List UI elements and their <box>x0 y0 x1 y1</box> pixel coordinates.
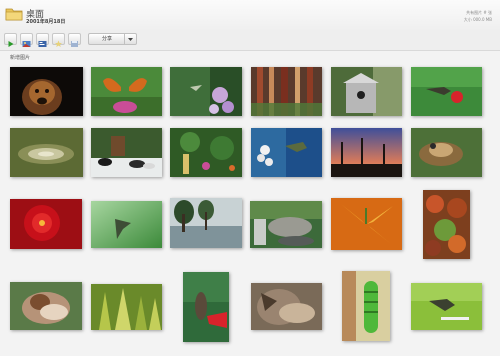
folder-stats: 共有图片 # 张 大小 000.0 MB <box>464 9 492 23</box>
folder-icon <box>5 8 23 21</box>
green-trees-photo <box>91 284 162 330</box>
photo-thumbnail-dogs-and-snow[interactable] <box>91 128 162 177</box>
photo-thumbnail-hummingbird-green[interactable] <box>91 201 162 248</box>
play-icon <box>8 41 14 47</box>
photo-thumbnail-trees-reflection[interactable] <box>170 198 242 248</box>
photo-thumbnail-butterfly[interactable] <box>91 67 162 116</box>
photo-thumbnail-autumn-leaves[interactable] <box>423 190 470 259</box>
photo-thumbnail-green-trees[interactable] <box>91 284 162 330</box>
photo-thumbnail-birdhouse[interactable] <box>331 67 402 116</box>
star-icon <box>55 40 62 47</box>
favorites-button[interactable] <box>52 33 65 47</box>
photo-thumbnail-rocks-stream[interactable] <box>250 201 322 248</box>
butterfly-photo <box>91 67 162 116</box>
hummingbird-red-flower-photo <box>411 67 482 116</box>
share-button[interactable]: 分享 <box>88 33 137 45</box>
photo-thumbnail-forest-bark[interactable] <box>251 67 322 116</box>
chevron-down-icon[interactable] <box>124 34 136 44</box>
section-label: 新增图片 <box>10 55 31 61</box>
photo-thumbnail-red-rose[interactable] <box>10 199 82 249</box>
photo-thumbnail-hummingbird-blossom[interactable] <box>251 128 322 177</box>
hummingbird-green-photo <box>91 201 162 248</box>
rocks-stream-photo <box>250 201 322 248</box>
dogs-and-snow-photo <box>91 128 162 177</box>
photo-icon <box>22 41 31 47</box>
birdhouse-photo <box>331 67 402 116</box>
photo-thumbnail-sunset-trees[interactable] <box>331 128 402 177</box>
photo-thumbnail-hummingbird-red-flower[interactable] <box>411 67 482 116</box>
hummingbird-flowers-photo <box>170 67 242 116</box>
save-button[interactable] <box>68 33 81 47</box>
photo-thumbnail-dog[interactable] <box>10 67 83 116</box>
photo-thumbnail-garden-feeder[interactable] <box>170 128 242 177</box>
red-rose-photo <box>10 199 82 249</box>
water-ripples-photo <box>10 128 83 177</box>
forest-bark-photo <box>251 67 322 116</box>
details-icon <box>38 41 47 47</box>
hummingbird-feeder-photo <box>183 272 229 342</box>
autumn-leaves-photo <box>423 190 470 259</box>
photo-thumbnail-hummingbird-flowers[interactable] <box>170 67 242 116</box>
gallery-header: 桌面 2001年8月18日 共有图片 # 张 大小 000.0 MB <box>0 0 500 30</box>
view-details-button[interactable] <box>36 33 49 47</box>
stats-count: 共有图片 # 张 <box>466 10 492 15</box>
garden-feeder-photo <box>170 128 242 177</box>
view-photos-button[interactable] <box>20 33 33 47</box>
bird-closeup-photo <box>251 283 322 330</box>
orange-lily-photo <box>331 198 402 250</box>
hummingbird-blossom-photo <box>251 128 322 177</box>
photo-thumbnail-hummingbird-feeder[interactable] <box>183 272 229 342</box>
save-icon <box>71 41 78 47</box>
photo-thumbnail-hummingbird-grass[interactable] <box>411 283 482 330</box>
play-slideshow-button[interactable] <box>4 33 17 47</box>
hummingbird-grass-photo <box>411 283 482 330</box>
sleeping-bird-photo <box>10 282 82 330</box>
toolbar: 分享 <box>0 30 500 51</box>
photo-thumbnail-water-ripples[interactable] <box>10 128 83 177</box>
folder-date: 2001年8月18日 <box>26 19 66 25</box>
photo-thumbnail-orange-lily[interactable] <box>331 198 402 250</box>
photo-thumbnail-caterpillar[interactable] <box>342 271 390 341</box>
dog-photo <box>10 67 83 116</box>
bird-nest-photo <box>411 128 482 177</box>
caterpillar-photo <box>342 271 390 341</box>
photo-thumbnail-sleeping-bird[interactable] <box>10 282 82 330</box>
photo-thumbnail-bird-closeup[interactable] <box>251 283 322 330</box>
photo-thumbnail-bird-nest[interactable] <box>411 128 482 177</box>
sunset-trees-photo <box>331 128 402 177</box>
stats-size: 大小 000.0 MB <box>463 17 492 22</box>
trees-reflection-photo <box>170 198 242 248</box>
share-label: 分享 <box>101 36 112 42</box>
